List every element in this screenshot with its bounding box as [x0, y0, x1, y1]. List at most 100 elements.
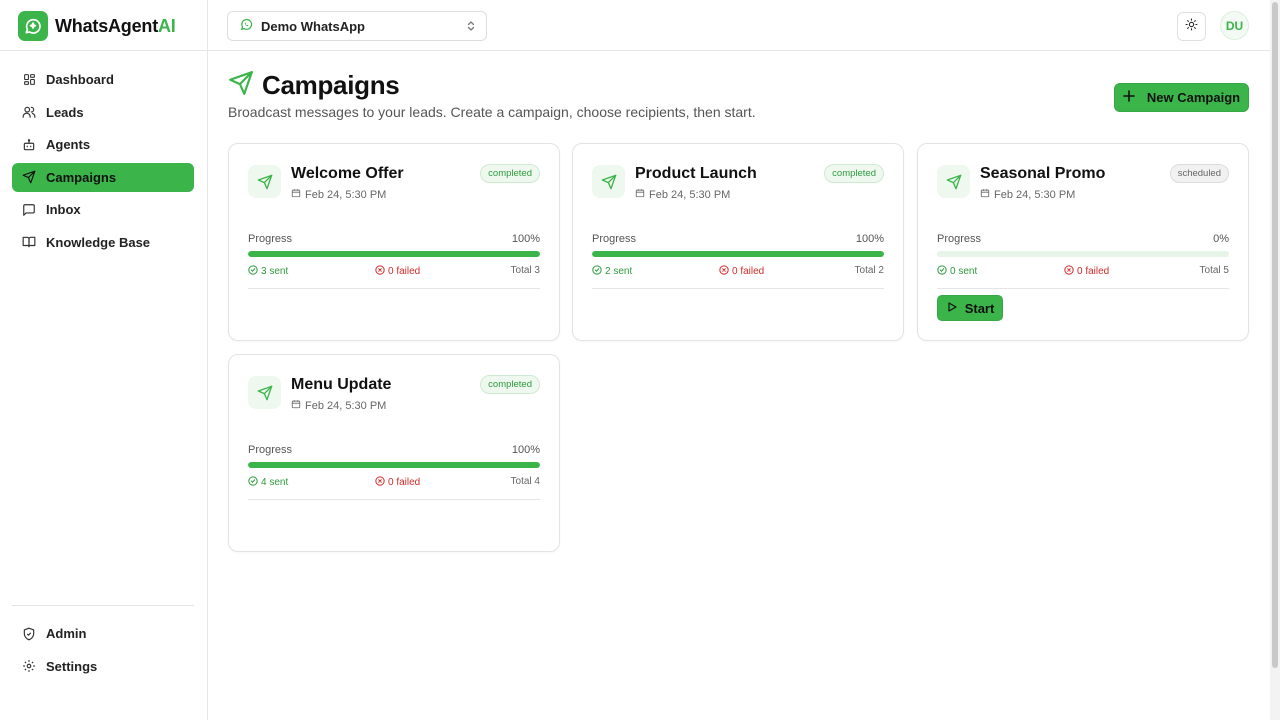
send-icon: [248, 376, 281, 409]
theme-toggle-button[interactable]: [1177, 12, 1206, 41]
progress-label: Progress: [592, 233, 637, 245]
divider: [592, 288, 884, 289]
send-icon: [228, 70, 254, 101]
sent-count-text: 0 sent: [950, 266, 978, 277]
book-icon: [22, 235, 36, 249]
whatsapp-icon: [240, 18, 253, 34]
calendar-icon: [291, 188, 301, 201]
sidebar-item-label: Settings: [46, 658, 98, 674]
x-circle-icon: [719, 265, 729, 278]
sidebar-item-label: Dashboard: [46, 72, 114, 87]
plus-icon: [1123, 90, 1135, 105]
page-title: Campaigns: [262, 70, 400, 100]
status-badge: completed: [824, 164, 884, 183]
new-campaign-label: New Campaign: [1146, 90, 1241, 105]
progress-bar: [937, 251, 1229, 257]
sidebar-item-settings[interactable]: Settings: [12, 652, 194, 681]
progress-bar: [248, 251, 540, 257]
failed-count-text: 0 failed: [388, 266, 421, 277]
sidebar-item-label: Knowledge Base: [46, 234, 151, 250]
sidebar-item-dashboard[interactable]: Dashboard: [12, 65, 194, 94]
calendar-icon: [291, 399, 301, 412]
campaign-date: Feb 24, 5:30 PM: [291, 399, 386, 412]
scrollbar-thumb[interactable]: [1272, 2, 1278, 668]
progress-bar-fill: [248, 462, 540, 468]
page-subtitle: Broadcast messages to your leads. Create…: [228, 104, 756, 120]
send-icon: [592, 165, 625, 198]
sidebar-item-admin[interactable]: Admin: [12, 619, 194, 648]
campaign-card[interactable]: Menu Update Feb 24, 5:30 PM completed Progr…: [228, 354, 560, 552]
send-icon: [937, 165, 970, 198]
campaign-date-text: Feb 24, 5:30 PM: [305, 188, 387, 201]
sent-count: 2 sent: [592, 265, 632, 278]
new-campaign-button[interactable]: New Campaign: [1114, 83, 1249, 112]
send-icon: [22, 170, 36, 184]
failed-count: 0 failed: [375, 476, 420, 489]
progress-bar-fill: [248, 251, 540, 257]
sidebar-item-inbox[interactable]: Inbox: [12, 195, 194, 224]
progress-percent: 100%: [511, 444, 540, 456]
send-icon: [248, 165, 281, 198]
campaign-date-text: Feb 24, 5:30 PM: [994, 188, 1076, 201]
play-icon: [946, 301, 958, 316]
sidebar-item-label: Campaigns: [46, 169, 117, 185]
sidebar-item-label: Leads: [46, 104, 84, 120]
sent-count: 0 sent: [937, 265, 977, 278]
campaign-title: Menu Update: [291, 376, 392, 393]
failed-count-text: 0 failed: [1077, 266, 1110, 277]
campaign-title: Welcome Offer: [291, 165, 404, 182]
scrollbar[interactable]: [1270, 0, 1280, 720]
total-count: Total 2: [854, 265, 884, 276]
chevrons-up-down-icon: [466, 20, 476, 32]
brand[interactable]: WhatsAgentAI: [18, 10, 176, 42]
campaign-stats: 3 sent 0 failed Total 3: [248, 265, 540, 279]
sidebar-item-campaigns[interactable]: Campaigns: [12, 162, 194, 192]
x-circle-icon: [1064, 265, 1074, 278]
sidebar-item-knowledge-base[interactable]: Knowledge Base: [12, 228, 194, 257]
failed-count-text: 0 failed: [732, 266, 765, 277]
progress-label: Progress: [937, 233, 982, 245]
sent-count: 3 sent: [248, 265, 288, 278]
check-circle-icon: [592, 265, 602, 278]
message-icon: [22, 203, 36, 217]
campaign-card[interactable]: Product Launch Feb 24, 5:30 PM completed Pr…: [572, 143, 904, 341]
sidebar-item-label: Agents: [46, 137, 91, 152]
failed-count-text: 0 failed: [388, 477, 421, 488]
sent-count: 4 sent: [248, 476, 288, 489]
status-badge: completed: [480, 375, 540, 394]
progress-label: Progress: [248, 233, 293, 245]
bot-icon: [22, 138, 36, 152]
failed-count: 0 failed: [719, 265, 764, 278]
campaign-date-text: Feb 24, 5:30 PM: [649, 188, 731, 201]
x-circle-icon: [375, 265, 385, 278]
brand-name-accent: AI: [158, 15, 176, 36]
campaign-date-text: Feb 24, 5:30 PM: [305, 399, 387, 412]
sidebar-item-agents[interactable]: Agents: [12, 130, 194, 159]
sent-count-text: 3 sent: [261, 266, 289, 277]
calendar-icon: [635, 188, 645, 201]
total-count: Total 5: [1199, 265, 1229, 276]
failed-count: 0 failed: [1064, 265, 1109, 278]
divider: [0, 50, 208, 51]
failed-count: 0 failed: [375, 265, 420, 278]
campaign-card[interactable]: Welcome Offer Feb 24, 5:30 PM completed Pro…: [228, 143, 560, 341]
brand-name-main: WhatsAgent: [55, 15, 158, 36]
campaign-card[interactable]: Seasonal Promo Feb 24, 5:30 PM scheduled Pr…: [917, 143, 1249, 341]
start-button[interactable]: Start: [937, 295, 1003, 321]
x-circle-icon: [375, 476, 385, 489]
divider: [248, 288, 540, 289]
account-select[interactable]: Demo WhatsApp: [227, 11, 487, 41]
dashboard-icon: [22, 73, 36, 87]
campaign-stats: 4 sent 0 failed Total 4: [248, 476, 540, 490]
campaign-title: Product Launch: [635, 165, 757, 182]
sun-icon: [1185, 18, 1198, 36]
brand-name: WhatsAgentAI: [55, 16, 176, 37]
sidebar-item-leads[interactable]: Leads: [12, 98, 194, 127]
progress-percent: 0%: [1213, 233, 1229, 245]
progress-bar: [592, 251, 884, 257]
avatar[interactable]: DU: [1220, 11, 1249, 40]
status-badge: scheduled: [1169, 164, 1229, 183]
sidebar-item-label: Admin: [46, 626, 87, 641]
start-button-label: Start: [964, 300, 995, 316]
total-count: Total 4: [510, 476, 540, 487]
